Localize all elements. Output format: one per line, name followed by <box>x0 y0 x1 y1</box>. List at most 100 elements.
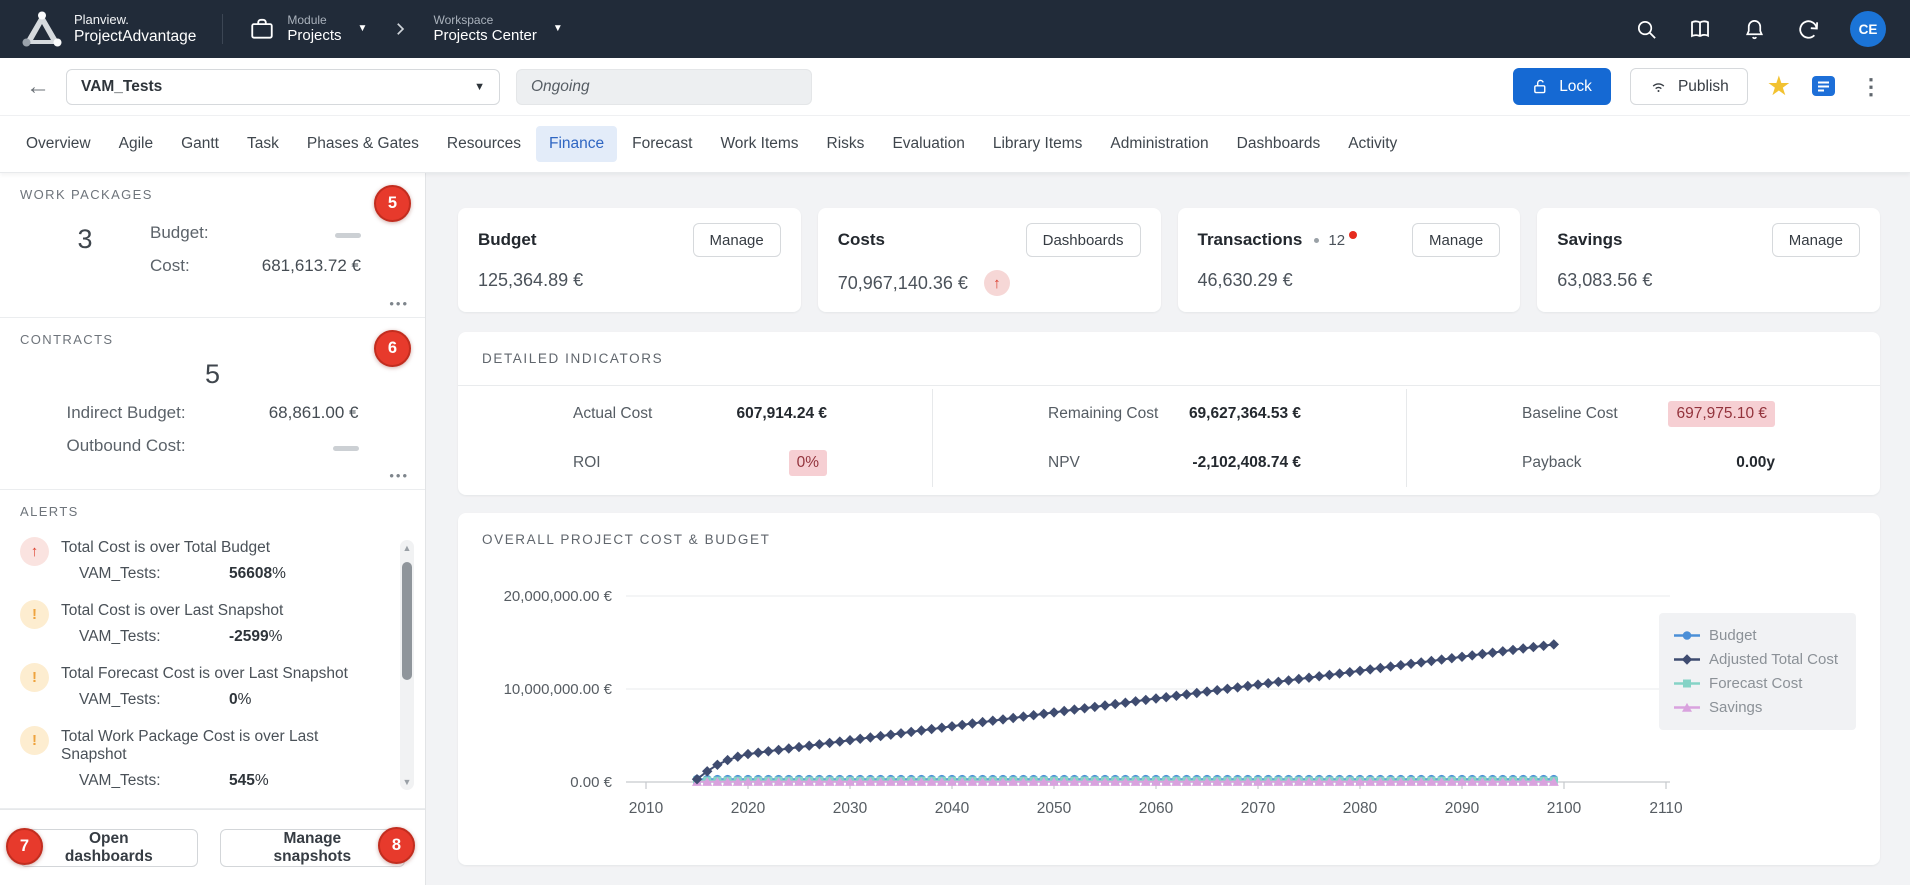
chart-legend: Budget Adjusted Total Cost Forecast Cost Sa… <box>1659 613 1856 730</box>
indicators-grid: Actual Cost607,914.24 €Remaining Cost69,… <box>458 386 1880 495</box>
finance-main: Budget Manage 125,364.89 € Costs Dashboa… <box>426 173 1910 885</box>
tab-administration[interactable]: Administration <box>1097 126 1221 162</box>
empty-value-dash <box>333 446 359 451</box>
alert-critical-icon: ↑ <box>20 537 49 566</box>
tab-forecast[interactable]: Forecast <box>619 126 705 162</box>
card-title: Savings <box>1557 230 1622 250</box>
alerts-scrollbar[interactable]: ▲ ▼ <box>400 540 414 790</box>
work-packages-count: 3 <box>20 216 150 282</box>
tab-library-items[interactable]: Library Items <box>980 126 1096 162</box>
svg-text:2010: 2010 <box>629 800 664 817</box>
tab-overview[interactable]: Overview <box>13 126 104 162</box>
open-dashboards-button[interactable]: Open dashboards <box>20 829 198 867</box>
alert-value: 545 <box>229 772 255 790</box>
tab-risks[interactable]: Risks <box>814 126 878 162</box>
metric-row: Outbound Cost: <box>67 429 359 462</box>
alert-value: 56608 <box>229 565 272 583</box>
summary-card-costs: Costs Dashboards 70,967,140.36 € ↑ <box>818 208 1161 312</box>
indicator-npv: NPV-2,102,408.74 € <box>932 438 1406 487</box>
alert-list-item[interactable]: ↑Total Cost is over Total BudgetVAM_Test… <box>20 535 371 583</box>
legend-label: Savings <box>1709 699 1762 716</box>
alert-detail-row: VAM_Tests:0% <box>61 691 348 709</box>
comments-feed-icon[interactable] <box>1810 73 1837 100</box>
card-title: Budget <box>478 230 537 250</box>
tab-activity[interactable]: Activity <box>1335 126 1410 162</box>
module-label: Module <box>287 13 341 27</box>
module-switcher[interactable]: Module Projects ▼ <box>249 13 367 45</box>
alert-list-item[interactable]: !Total Cost is over Last SnapshotVAM_Tes… <box>20 598 371 646</box>
metric-row: Cost:681,613.72 € <box>150 249 361 282</box>
metric-value: 681,613.72 € <box>262 256 361 276</box>
svg-text:2100: 2100 <box>1547 800 1582 817</box>
indicator-payback: Payback0.00y <box>1406 438 1880 487</box>
contracts-count: 5 <box>20 359 405 390</box>
back-arrow-icon[interactable]: ← <box>26 75 50 99</box>
triangle-marker-icon <box>1674 701 1700 714</box>
user-avatar[interactable]: CE <box>1850 11 1886 47</box>
tab-work-items[interactable]: Work Items <box>707 126 811 162</box>
scroll-down-icon[interactable]: ▼ <box>400 777 414 787</box>
alert-message: Total Cost is over Total Budget <box>61 539 286 557</box>
search-icon[interactable] <box>1634 17 1658 41</box>
metric-value <box>335 223 361 243</box>
alert-message: Total Forecast Cost is over Last Snapsho… <box>61 665 348 683</box>
tab-evaluation[interactable]: Evaluation <box>879 126 977 162</box>
contracts-metrics: Indirect Budget: 68,861.00 € Outbound Cost… <box>67 396 359 462</box>
metric-label: Indirect Budget: <box>67 403 186 423</box>
legend-item-budget[interactable]: Budget <box>1674 627 1838 644</box>
alert-value-unit: % <box>272 565 286 583</box>
indicator-label: NPV <box>1048 454 1080 472</box>
card-action-button[interactable]: Manage <box>1772 223 1860 257</box>
tab-phases-gates[interactable]: Phases & Gates <box>294 126 432 162</box>
publish-button-label: Publish <box>1678 78 1729 96</box>
alert-list-item[interactable]: !Total Forecast Cost is over Last Snapsh… <box>20 661 371 709</box>
tab-dashboards[interactable]: Dashboards <box>1224 126 1334 162</box>
metric-value: 68,861.00 € <box>269 403 359 423</box>
refresh-icon[interactable] <box>1796 17 1820 41</box>
card-action-button[interactable]: Dashboards <box>1026 223 1141 257</box>
alert-target: VAM_Tests: <box>79 628 229 646</box>
more-options-kebab-icon[interactable]: ⋮ <box>1856 74 1886 100</box>
alert-list-item[interactable]: !Total Work Package Cost is over Last Sn… <box>20 724 371 790</box>
legend-item-savings[interactable]: Savings <box>1674 699 1838 716</box>
svg-text:2070: 2070 <box>1241 800 1276 817</box>
favorite-star-icon[interactable]: ★ <box>1767 73 1791 100</box>
alerts-card: ALERTS ↑Total Cost is over Total BudgetV… <box>0 490 425 809</box>
project-selector-dropdown[interactable]: VAM_Tests ▼ <box>66 69 500 105</box>
documentation-book-icon[interactable] <box>1688 17 1712 41</box>
card-value: 125,364.89 € <box>478 270 583 291</box>
indicator-label: Actual Cost <box>573 405 652 423</box>
manage-snapshots-badge: 8 <box>378 827 415 864</box>
tab-resources[interactable]: Resources <box>434 126 534 162</box>
open-dashboards-badge: 7 <box>6 828 43 865</box>
work-packages-more-icon[interactable]: ••• <box>389 296 409 311</box>
indicator-value: 607,914.24 € <box>736 405 827 423</box>
alert-message: Total Work Package Cost is over Last Sna… <box>61 728 371 764</box>
tab-gantt[interactable]: Gantt <box>168 126 232 162</box>
alert-body: Total Work Package Cost is over Last Sna… <box>61 724 371 790</box>
transactions-count: 12 <box>1328 232 1345 249</box>
notifications-bell-icon[interactable] <box>1742 17 1766 41</box>
scroll-up-icon[interactable]: ▲ <box>400 543 414 553</box>
alert-value-unit: % <box>238 691 252 709</box>
publish-button[interactable]: Publish <box>1630 68 1748 105</box>
series-adjusted-total-cost[interactable] <box>692 639 1559 784</box>
workspace-switcher[interactable]: Workspace Projects Center ▼ <box>433 13 562 45</box>
alert-value-unit: % <box>255 772 269 790</box>
svg-text:0.00 €: 0.00 € <box>570 774 612 791</box>
tab-agile[interactable]: Agile <box>106 126 166 162</box>
card-action-button[interactable]: Manage <box>1412 223 1500 257</box>
legend-item-adjusted-total-cost[interactable]: Adjusted Total Cost <box>1674 651 1838 668</box>
legend-item-forecast-cost[interactable]: Forecast Cost <box>1674 675 1838 692</box>
contracts-more-icon[interactable]: ••• <box>389 468 409 483</box>
lock-button[interactable]: Lock <box>1513 68 1611 105</box>
cost-budget-chart[interactable]: 0.00 €10,000,000.00 €20,000,000.00 €2010… <box>460 570 1850 832</box>
indicator-actual-cost: Actual Cost 607,914.24 € <box>458 389 932 438</box>
card-action-button[interactable]: Manage <box>693 223 781 257</box>
tab-task[interactable]: Task <box>234 126 292 162</box>
svg-text:2030: 2030 <box>833 800 868 817</box>
scrollbar-thumb[interactable] <box>402 562 412 680</box>
circle-marker-icon <box>1674 629 1700 642</box>
tab-finance[interactable]: Finance <box>536 126 617 162</box>
alert-target: VAM_Tests: <box>79 772 229 790</box>
